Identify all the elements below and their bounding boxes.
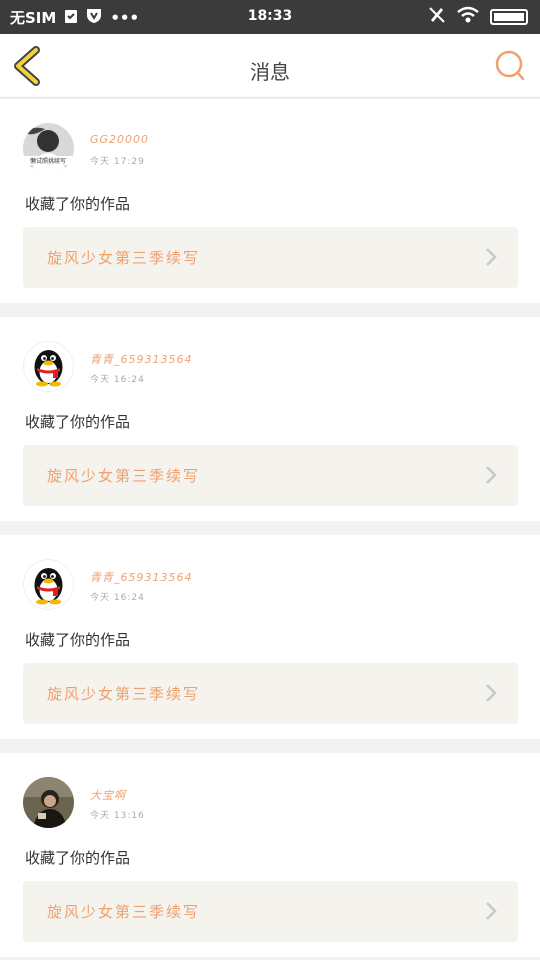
avatar[interactable]: [23, 341, 74, 392]
action-text: 收藏了你的作品: [25, 849, 131, 867]
action-text: 收藏了你的作品: [25, 195, 131, 213]
timestamp: 今天 16:24: [90, 375, 145, 385]
action-text: 收藏了你的作品: [25, 631, 131, 649]
chevron-right-icon: [486, 248, 497, 266]
message-card: 青青_659313564 今天 16:24 收藏了你的作品 旋风少女第三季续写: [0, 535, 540, 739]
avatar-caption: 懒试照挑续写: [30, 157, 66, 165]
message-card: 大宝啊 今天 13:16 收藏了你的作品 旋风少女第三季续写: [0, 753, 540, 957]
message-card: 懒试照挑续写 GG20000 今天 17:29 收藏了你的作品 旋风少女第三季续…: [0, 99, 540, 303]
work-link[interactable]: 旋风少女第三季续写: [23, 445, 518, 506]
work-title: 旋风少女第三季续写: [47, 249, 201, 267]
chevron-right-icon: [486, 466, 497, 484]
username[interactable]: 青青_659313564: [90, 569, 193, 585]
timestamp: 今天 17:29: [90, 157, 145, 167]
avatar[interactable]: [23, 559, 74, 610]
message-card: 青青_659313564 今天 16:24 收藏了你的作品 旋风少女第三季续写: [0, 317, 540, 521]
timestamp: 今天 16:24: [90, 593, 145, 603]
work-title: 旋风少女第三季续写: [47, 903, 201, 921]
avatar[interactable]: [23, 777, 74, 828]
username[interactable]: GG20000: [90, 133, 149, 146]
chevron-right-icon: [486, 902, 497, 920]
username[interactable]: 大宝啊: [90, 787, 126, 803]
work-title: 旋风少女第三季续写: [47, 685, 201, 703]
search-button[interactable]: [494, 49, 526, 83]
work-title: 旋风少女第三季续写: [47, 467, 201, 485]
app-header: 消息: [0, 34, 540, 98]
status-right: [428, 6, 528, 28]
mute-icon: [428, 6, 446, 28]
chevron-right-icon: [486, 684, 497, 702]
work-link[interactable]: 旋风少女第三季续写: [23, 227, 518, 288]
page-title: 消息: [250, 60, 290, 84]
action-text: 收藏了你的作品: [25, 413, 131, 431]
status-bar: 无SIM ••• 18:33: [0, 0, 540, 34]
timestamp: 今天 13:16: [90, 811, 145, 821]
message-list: 懒试照挑续写 GG20000 今天 17:29 收藏了你的作品 旋风少女第三季续…: [0, 99, 540, 960]
username[interactable]: 青青_659313564: [90, 351, 193, 367]
work-link[interactable]: 旋风少女第三季续写: [23, 881, 518, 942]
avatar[interactable]: 懒试照挑续写: [23, 123, 74, 174]
work-link[interactable]: 旋风少女第三季续写: [23, 663, 518, 724]
wifi-icon: [456, 6, 480, 28]
battery-icon: [490, 9, 528, 25]
search-icon: [495, 50, 525, 81]
